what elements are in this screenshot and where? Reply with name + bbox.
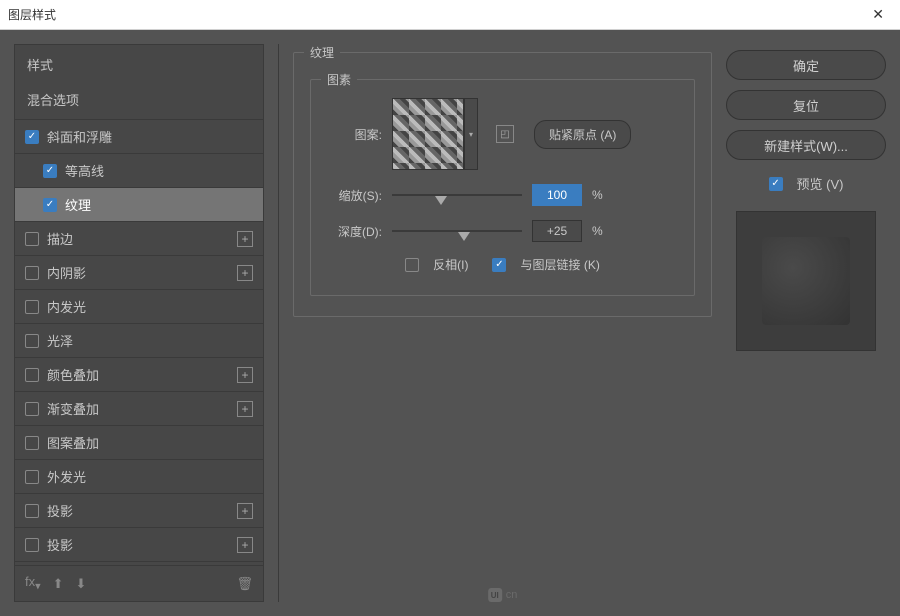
depth-unit: % [592, 224, 603, 238]
divider [278, 44, 279, 602]
add-effect-icon[interactable]: + [237, 537, 253, 553]
ok-button[interactable]: 确定 [726, 50, 886, 80]
fx-label[interactable]: fx▾ [25, 574, 41, 593]
scale-unit: % [592, 188, 603, 202]
pattern-dropdown-icon[interactable]: ▾ [464, 98, 478, 170]
pattern-label: 图案: [327, 126, 382, 143]
checkbox-icon[interactable] [25, 368, 39, 382]
checkbox-icon[interactable] [25, 538, 39, 552]
add-effect-icon[interactable]: + [237, 265, 253, 281]
checkbox-icon[interactable] [25, 470, 39, 484]
checkbox-icon[interactable] [43, 198, 57, 212]
add-effect-icon[interactable]: + [237, 401, 253, 417]
style-item-label: 投影 [47, 501, 73, 520]
style-item[interactable]: 斜面和浮雕 [15, 120, 263, 154]
scale-thumb[interactable] [435, 196, 447, 205]
style-item[interactable]: 内阴影 + [15, 256, 263, 290]
checkbox-icon[interactable] [25, 334, 39, 348]
styles-panel: 样式 混合选项 斜面和浮雕等高线纹理描边 + 内阴影 + 内发光光泽颜色叠加 + 渐变叠加 +… [14, 44, 264, 602]
arrow-up-icon[interactable]: ⬆ [53, 576, 64, 592]
styles-header[interactable]: 样式 [15, 45, 263, 84]
watermark: UI cn [488, 588, 518, 602]
settings-panel: 纹理 图素 图案: ▾ ◰ 贴紧原点 (A) 缩放(S): [293, 44, 712, 602]
add-effect-icon[interactable]: + [237, 231, 253, 247]
checkbox-icon[interactable] [25, 402, 39, 416]
style-item-label: 内发光 [47, 297, 86, 316]
style-item-label: 颜色叠加 [47, 365, 99, 384]
depth-input[interactable] [532, 220, 582, 242]
preview-box [736, 211, 876, 351]
checkbox-icon[interactable] [25, 436, 39, 450]
scale-label: 缩放(S): [327, 187, 382, 204]
style-list: 斜面和浮雕等高线纹理描边 + 内阴影 + 内发光光泽颜色叠加 + 渐变叠加 + 图案叠加外发光投… [15, 120, 263, 565]
link-layer-checkbox[interactable]: 与图层链接 (K) [492, 256, 599, 273]
pattern-swatch[interactable] [392, 98, 464, 170]
style-item[interactable]: 外发光 [15, 460, 263, 494]
action-panel: 确定 复位 新建样式(W)... 预览 (V) [726, 44, 886, 602]
depth-row: 深度(D): % [327, 220, 678, 242]
checkbox-icon [492, 258, 506, 272]
inner-group-title: 图素 [321, 71, 357, 88]
preview-swatch [762, 237, 850, 325]
checkbox-icon[interactable] [25, 232, 39, 246]
snap-origin-button[interactable]: 贴紧原点 (A) [534, 120, 631, 149]
checkbox-row: 反相(I) 与图层链接 (K) [327, 256, 678, 273]
blend-options[interactable]: 混合选项 [15, 84, 263, 120]
style-item-label: 内阴影 [47, 263, 86, 282]
trash-icon[interactable]: 🗑 [236, 576, 253, 592]
style-item[interactable]: 纹理 [15, 188, 263, 222]
add-effect-icon[interactable]: + [237, 503, 253, 519]
scale-slider[interactable] [392, 194, 522, 196]
checkbox-icon[interactable] [25, 130, 39, 144]
depth-thumb[interactable] [458, 232, 470, 241]
preview-checkbox[interactable]: 预览 (V) [726, 174, 886, 193]
checkbox-icon[interactable] [25, 266, 39, 280]
depth-label: 深度(D): [327, 223, 382, 240]
group-title: 纹理 [304, 44, 340, 61]
depth-slider[interactable] [392, 230, 522, 232]
style-item[interactable]: 光泽 [15, 324, 263, 358]
style-item[interactable]: 颜色叠加 + [15, 358, 263, 392]
arrow-down-icon[interactable]: ⬇ [75, 576, 86, 592]
scale-input[interactable] [532, 184, 582, 206]
dialog-body: 样式 混合选项 斜面和浮雕等高线纹理描边+内阴影+内发光光泽颜色叠加+渐变叠加+… [0, 30, 900, 616]
invert-checkbox[interactable]: 反相(I) [405, 256, 468, 273]
style-item[interactable]: 投影 + [15, 494, 263, 528]
add-effect-icon[interactable]: + [237, 367, 253, 383]
style-item[interactable]: 等高线 [15, 154, 263, 188]
style-item-label: 等高线 [65, 161, 104, 180]
style-item-label: 描边 [47, 229, 73, 248]
style-item-label: 渐变叠加 [47, 399, 99, 418]
style-item[interactable]: 内发光 [15, 290, 263, 324]
style-item-label: 光泽 [47, 331, 73, 350]
style-item[interactable]: 图案叠加 [15, 426, 263, 460]
checkbox-icon [405, 258, 419, 272]
checkbox-icon [769, 177, 783, 191]
style-item-label: 投影 [47, 535, 73, 554]
style-item-label: 外发光 [47, 467, 86, 486]
style-item[interactable]: 投影 + [15, 528, 263, 562]
checkbox-icon[interactable] [25, 300, 39, 314]
checkbox-icon[interactable] [43, 164, 57, 178]
style-item[interactable]: 描边 + [15, 222, 263, 256]
style-item[interactable]: 渐变叠加 + [15, 392, 263, 426]
dialog-title: 图层样式 [8, 6, 56, 23]
close-icon[interactable]: ✕ [864, 2, 892, 27]
style-item-label: 纹理 [65, 195, 91, 214]
element-group: 图素 图案: ▾ ◰ 贴紧原点 (A) 缩放(S): [310, 79, 695, 296]
styles-footer: fx▾ ⬆ ⬇ 🗑 [15, 565, 263, 601]
pattern-row: 图案: ▾ ◰ 贴紧原点 (A) [327, 98, 678, 170]
texture-group: 纹理 图素 图案: ▾ ◰ 贴紧原点 (A) 缩放(S): [293, 52, 712, 317]
titlebar: 图层样式 ✕ [0, 0, 900, 30]
new-preset-icon[interactable]: ◰ [496, 125, 514, 143]
new-style-button[interactable]: 新建样式(W)... [726, 130, 886, 160]
checkbox-icon[interactable] [25, 504, 39, 518]
style-item-label: 斜面和浮雕 [47, 127, 112, 146]
watermark-icon: UI [488, 588, 502, 602]
style-item-label: 图案叠加 [47, 433, 99, 452]
scale-row: 缩放(S): % [327, 184, 678, 206]
reset-button[interactable]: 复位 [726, 90, 886, 120]
